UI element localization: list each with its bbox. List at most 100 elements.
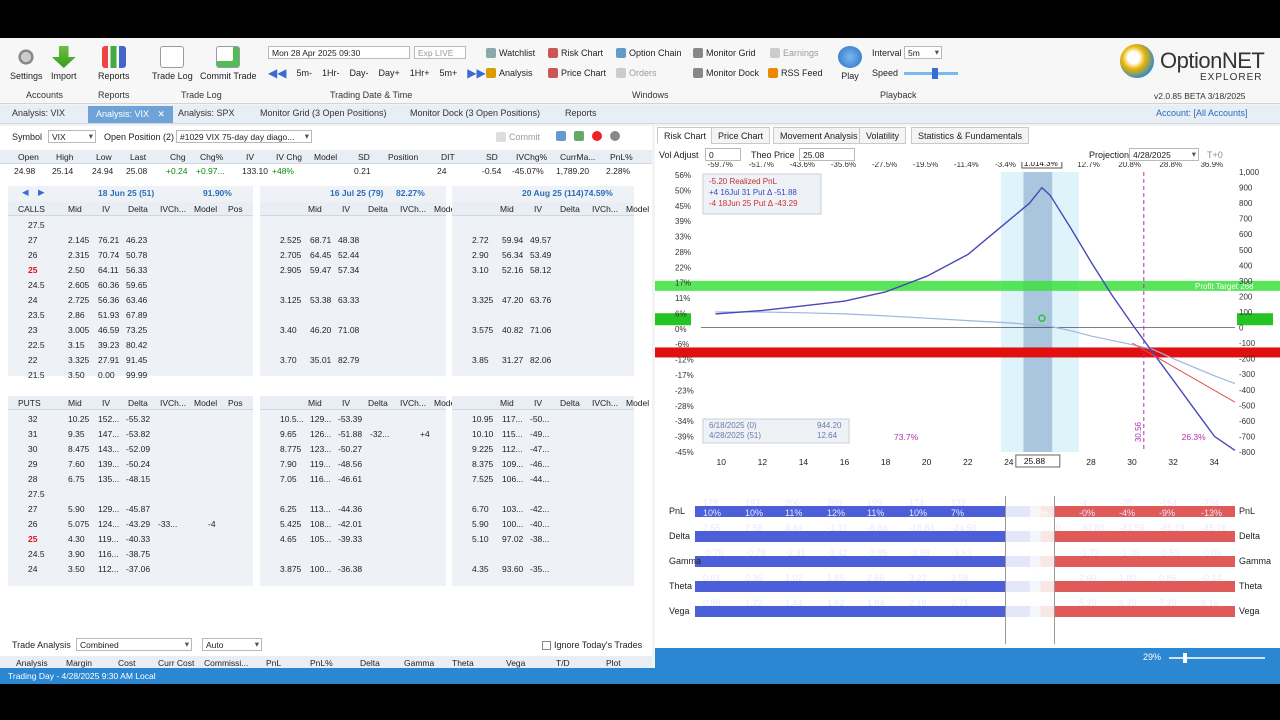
chain-cell[interactable]: 4.65	[280, 534, 297, 544]
watchlist-button[interactable]: Watchlist	[486, 48, 535, 58]
tab-reports[interactable]: Reports	[565, 108, 597, 118]
monitor-dock-button[interactable]: Monitor Dock	[693, 68, 759, 78]
tab-analysis-vix-2[interactable]: Analysis: VIX ✕	[88, 106, 174, 123]
risk-chart[interactable]: Profit Target 26830.56101214161820222426…	[655, 162, 1280, 492]
chain-cell[interactable]: 3.575	[472, 325, 493, 335]
chain-cell[interactable]: 7.05	[280, 474, 297, 484]
chain-cell[interactable]: 10.95	[472, 414, 493, 424]
chain-cell[interactable]: 3.875	[280, 564, 301, 574]
trading-date-input[interactable]: Mon 28 Apr 2025 09:30	[268, 46, 410, 59]
chain-cell[interactable]: 2.72	[472, 235, 489, 245]
ignore-trades-checkbox[interactable]: Ignore Today's Trades	[542, 640, 642, 650]
chain-cell[interactable]: 59.47	[310, 265, 331, 275]
chain-cell[interactable]: 58.12	[530, 265, 551, 275]
chain-cell[interactable]: -43.29	[126, 519, 150, 529]
chain-cell[interactable]: 64.11	[98, 265, 119, 275]
chain-cell[interactable]: 2.86	[68, 310, 85, 320]
chain-cell[interactable]: -39.33	[338, 534, 362, 544]
chain-cell[interactable]: -51.88	[338, 429, 362, 439]
chain-cell[interactable]: 67.89	[126, 310, 147, 320]
chain-cell[interactable]: 52.44	[338, 250, 359, 260]
chain-cell[interactable]: 143...	[98, 444, 119, 454]
step-day-forward[interactable]: Day+	[378, 68, 399, 78]
chain-cell[interactable]: 108...	[310, 519, 331, 529]
chain-cell[interactable]: -42...	[530, 504, 549, 514]
chain-cell[interactable]: 3.10	[472, 265, 489, 275]
chain-cell[interactable]: -52.09	[126, 444, 150, 454]
chain-cell[interactable]: 3.70	[280, 355, 297, 365]
chain-cell[interactable]: 31.27	[502, 355, 523, 365]
chain-cell[interactable]: 56.33	[126, 265, 147, 275]
chain-cell[interactable]: 124...	[98, 519, 119, 529]
chain-cell[interactable]: 3.90	[68, 549, 85, 559]
speed-slider[interactable]	[904, 68, 958, 79]
chain-cell[interactable]: 5.90	[68, 504, 85, 514]
chain-cell[interactable]: 46.59	[98, 325, 119, 335]
tab-analysis-spx[interactable]: Analysis: SPX	[178, 108, 235, 118]
tab-monitor-grid[interactable]: Monitor Grid (3 Open Positions)	[260, 108, 387, 118]
chain-cell[interactable]: 106...	[502, 474, 523, 484]
chain-cell[interactable]: 51.93	[98, 310, 119, 320]
chain-cell[interactable]: -50.24	[126, 459, 150, 469]
chain-cell[interactable]: 63.76	[530, 295, 551, 305]
chain-cell[interactable]: -44.36	[338, 504, 362, 514]
play-button[interactable]: Play	[838, 46, 862, 81]
chain-cell[interactable]: 50.78	[126, 250, 147, 260]
chain-cell[interactable]: 6.70	[472, 504, 489, 514]
chain-cell[interactable]: 100...	[502, 519, 523, 529]
chain-cell[interactable]: 39.23	[98, 340, 119, 350]
chain-cell[interactable]: 7.525	[472, 474, 493, 484]
option-chain-button[interactable]: Option Chain	[616, 48, 682, 58]
interval-select[interactable]: 5m	[904, 46, 942, 59]
zoom-thumb[interactable]	[1183, 653, 1187, 663]
chain-cell[interactable]: 0.00	[98, 370, 115, 380]
risk-tab-statistics-fundamentals[interactable]: Statistics & Fundamentals	[911, 127, 1030, 144]
chain-cell[interactable]: -48.15	[126, 474, 150, 484]
chain-cell[interactable]: -38.75	[126, 549, 150, 559]
chain-cell[interactable]: 123...	[310, 444, 331, 454]
chain-cell[interactable]: 71.08	[338, 325, 359, 335]
chain-cell[interactable]: 9.65	[280, 429, 297, 439]
chain-cell[interactable]: -35...	[530, 564, 549, 574]
chain-cell[interactable]: 3.125	[280, 295, 301, 305]
chain-cell[interactable]: 91.45	[126, 355, 147, 365]
chain-cell[interactable]: 103...	[502, 504, 523, 514]
chain-cell[interactable]: 119...	[98, 534, 119, 544]
chain-cell[interactable]: -49...	[530, 429, 549, 439]
chain-cell[interactable]: 80.42	[126, 340, 147, 350]
speed-slider-thumb[interactable]	[932, 68, 938, 79]
chain-cell[interactable]: 76.21	[98, 235, 119, 245]
chain-cell[interactable]: 47.20	[502, 295, 523, 305]
chain-cell[interactable]: 5.10	[472, 534, 489, 544]
chain-cell[interactable]: -37.06	[126, 564, 150, 574]
chain-cell[interactable]: 64.45	[310, 250, 331, 260]
chain-cell[interactable]: 112...	[502, 444, 523, 454]
chain-cell[interactable]: 71.06	[530, 325, 551, 335]
close-icon[interactable]: ✕	[158, 109, 166, 119]
chain-cell[interactable]: 6.75	[68, 474, 85, 484]
account-selector[interactable]: Account: [All Accounts]	[1156, 108, 1248, 118]
chain-cell[interactable]: 52.16	[502, 265, 523, 275]
step-1hr-forward[interactable]: 1Hr+	[410, 68, 430, 78]
chain-cell[interactable]: 3.85	[472, 355, 489, 365]
chain-cell[interactable]: 27.91	[98, 355, 119, 365]
chain-cell[interactable]: 152...	[98, 414, 119, 424]
chain-cell[interactable]: 112...	[98, 564, 119, 574]
chain-cell[interactable]: +4	[420, 429, 430, 439]
chain-cell[interactable]: -50.27	[338, 444, 362, 454]
chain-cell[interactable]: 59.65	[126, 280, 147, 290]
chain-cell[interactable]: -36.38	[338, 564, 362, 574]
chain-cell[interactable]: -44...	[530, 474, 549, 484]
auto-select[interactable]: Auto	[202, 638, 262, 651]
reports-button[interactable]: Reports	[98, 46, 130, 81]
risk-tab-volatility[interactable]: Volatility	[859, 127, 907, 144]
chain-cell[interactable]: 68.71	[310, 235, 331, 245]
chain-cell[interactable]: -46.61	[338, 474, 362, 484]
chain-cell[interactable]: 9.35	[68, 429, 85, 439]
symbol-select[interactable]: VIX	[48, 130, 96, 143]
chain-cell[interactable]: 9.225	[472, 444, 493, 454]
vol-adjust-input[interactable]: 0	[705, 148, 741, 161]
chain-cell[interactable]: -42.01	[338, 519, 362, 529]
chain-cell[interactable]: 3.005	[68, 325, 89, 335]
chain-cell[interactable]: 2.525	[280, 235, 301, 245]
